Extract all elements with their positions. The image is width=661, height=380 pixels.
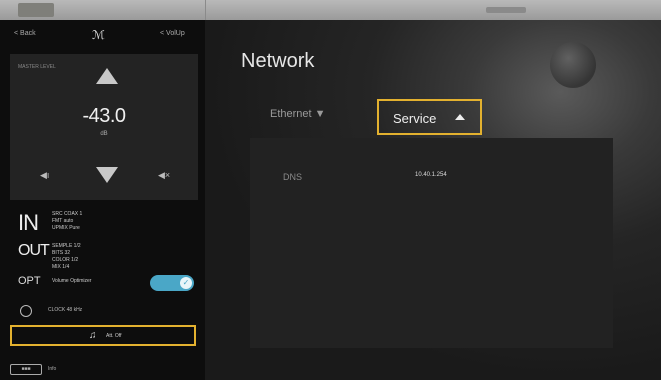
tab-ethernet[interactable]: Ethernet ▼: [270, 108, 326, 120]
dns-value[interactable]: 10.40.1.254: [415, 172, 447, 178]
output-title: OUT: [18, 242, 50, 259]
clock-text: CLOCK 48 kHz: [48, 307, 83, 313]
volume-optimizer-toggle[interactable]: ✓: [150, 275, 194, 291]
dns-label: DNS: [283, 172, 303, 182]
headphone-icon: ♫: [89, 330, 97, 341]
output-line: MIX 1/4: [52, 264, 70, 270]
tab-service[interactable]: Service: [377, 99, 482, 135]
volume-value: -43.0: [82, 105, 126, 127]
volume-panel: MASTER LEVEL -43.0 dB ◀ı ◀×: [10, 54, 198, 200]
headphone-row[interactable]: ♫ Att. Off: [10, 325, 196, 346]
volume-down-icon[interactable]: [96, 167, 118, 183]
speaker-icon[interactable]: ◀ı: [40, 170, 49, 181]
brand-logo: ℳ: [92, 28, 105, 42]
main-panel: Network Ethernet ▼ Service DNS 10.40.1.2…: [205, 20, 661, 380]
volume-up-shortcut[interactable]: < VolUp: [160, 30, 185, 37]
volume-up-icon[interactable]: [96, 68, 118, 84]
clock-row[interactable]: CLOCK 48 kHz: [10, 303, 198, 319]
tab-service-label: Service: [393, 111, 437, 126]
logo: [18, 3, 54, 17]
sidebar-header: < Back ℳ < VolUp: [0, 20, 205, 50]
opt-name: Volume Optimizer: [52, 278, 92, 284]
headphone-text: Att. Off: [106, 333, 122, 339]
chevron-up-icon: [455, 114, 465, 120]
volume-unit: dB: [100, 131, 108, 137]
clock-icon: [20, 305, 32, 317]
volume-label: MASTER LEVEL: [18, 64, 56, 70]
output-line: COLOR 1/2: [52, 257, 79, 263]
mute-icon[interactable]: ◀×: [158, 170, 170, 181]
back-button[interactable]: < Back: [14, 30, 36, 37]
status-indicator: [486, 7, 526, 13]
input-title: IN: [18, 210, 39, 235]
info-icon: ■■■: [10, 364, 42, 375]
input-details: SRC COAX 1 FMT auto UPMIX Pure: [52, 211, 82, 232]
background-knob: [550, 42, 596, 88]
service-card: DNS 10.40.1.254: [250, 138, 613, 348]
output-line: BITS 32: [52, 250, 71, 256]
page-title: Network: [241, 50, 315, 72]
output-line: SEMPLE 1/2: [52, 243, 81, 249]
top-bar: [0, 0, 661, 20]
opt-row: OPT Volume Optimizer ✓: [10, 272, 198, 294]
sidebar: < Back ℳ < VolUp MASTER LEVEL -43.0 dB ◀…: [0, 20, 205, 380]
input-line: UPMIX Pure: [52, 225, 80, 231]
output-details: SEMPLE 1/2 BITS 32 COLOR 1/2 MIX 1/4: [52, 243, 81, 271]
check-icon: ✓: [180, 277, 192, 289]
input-info[interactable]: IN SRC COAX 1 FMT auto UPMIX Pure: [10, 210, 198, 240]
input-line: FMT auto: [52, 218, 74, 224]
top-divider: [205, 0, 206, 20]
input-line: SRC COAX 1: [52, 211, 83, 217]
opt-title: OPT: [18, 275, 41, 287]
info-row[interactable]: ■■■ Info: [10, 362, 198, 376]
output-info[interactable]: OUT SEMPLE 1/2 BITS 32 COLOR 1/2 MIX 1/4: [10, 242, 198, 272]
info-text: Info: [48, 366, 57, 372]
